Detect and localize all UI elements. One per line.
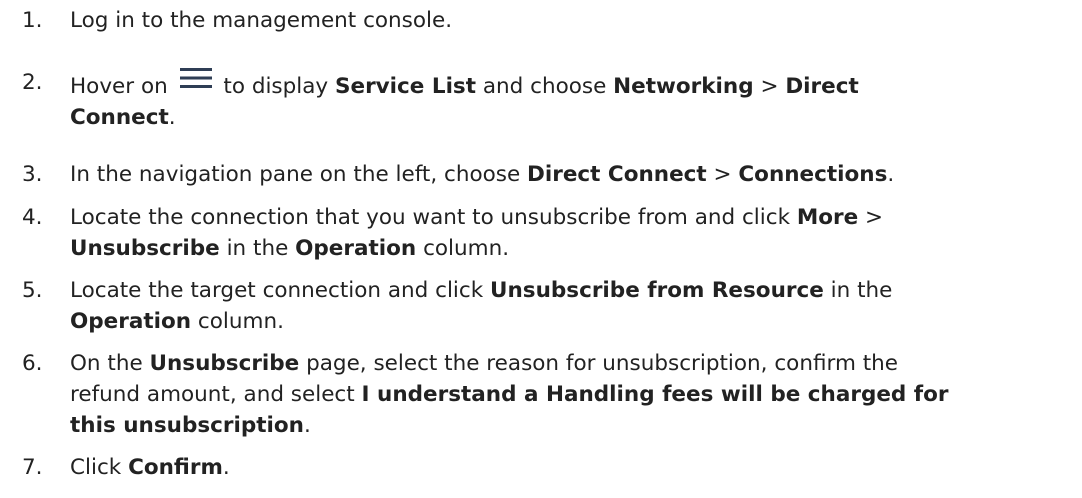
bold-term: Unsubscribe [149, 351, 300, 376]
text-run: Hover on [70, 74, 175, 99]
text-run: Log in to the management console. [70, 8, 453, 33]
text-run: column. [416, 236, 510, 261]
step-number: 4. [22, 205, 43, 230]
bold-term: Operation [295, 236, 417, 261]
text-run: page, select the reason for unsubscripti… [299, 351, 899, 376]
step-number: 2. [22, 70, 43, 95]
bold-term: Service List [335, 74, 477, 99]
text-run: Locate the target connection and click [70, 278, 491, 303]
text-run: > [706, 162, 739, 187]
bold-term: Operation [70, 309, 192, 334]
text-run: > [858, 205, 884, 230]
bold-term: Unsubscribe from Resource [490, 278, 824, 303]
text-run: . [303, 413, 311, 438]
step-number: 7. [22, 455, 43, 480]
bold-term: Direct [785, 74, 859, 99]
text-run: On the [70, 351, 150, 376]
text-run: . [887, 162, 895, 187]
text-run: . [222, 455, 230, 480]
text-run: in the [219, 236, 296, 261]
text-run: to display [216, 74, 335, 99]
bold-term: More [796, 205, 859, 230]
bold-term: Connect [70, 105, 169, 130]
step-number: 3. [22, 162, 43, 187]
step-text: Log in to the management console. [70, 5, 1070, 36]
text-run: > [753, 74, 786, 99]
procedure-steps: 1. Log in to the management console. 2. … [0, 0, 1082, 498]
bold-term: Networking [613, 74, 754, 99]
bold-term: Connections [738, 162, 888, 187]
text-run: In the navigation pane on the left, choo… [70, 162, 528, 187]
step-number: 6. [22, 351, 43, 376]
bold-term: I understand a Handling fees will be cha… [361, 382, 949, 407]
step-number: 1. [22, 8, 43, 33]
bold-term: Direct Connect [527, 162, 707, 187]
menu-icon [177, 67, 215, 89]
step-number: 5. [22, 278, 43, 303]
text-run: Locate the connection that you want to u… [70, 205, 797, 230]
text-run: column. [191, 309, 284, 334]
bold-term: Confirm [128, 455, 223, 480]
step-text: Locate the target connection and click U… [70, 275, 1070, 337]
text-run: Click [70, 455, 129, 480]
text-run: . [168, 105, 176, 130]
bold-term: this unsubscription [70, 413, 304, 438]
bold-term: Unsubscribe [70, 236, 220, 261]
step-text: Click Confirm. [70, 452, 1070, 483]
text-run: refund amount, and select [70, 382, 362, 407]
step-text: Hover on to display Service List and cho… [70, 67, 1070, 133]
text-run: in the [823, 278, 893, 303]
text-run: and choose [476, 74, 614, 99]
step-text: In the navigation pane on the left, choo… [70, 159, 1070, 190]
step-text: Locate the connection that you want to u… [70, 202, 1070, 264]
step-text: On the Unsubscribe page, select the reas… [70, 348, 1070, 441]
